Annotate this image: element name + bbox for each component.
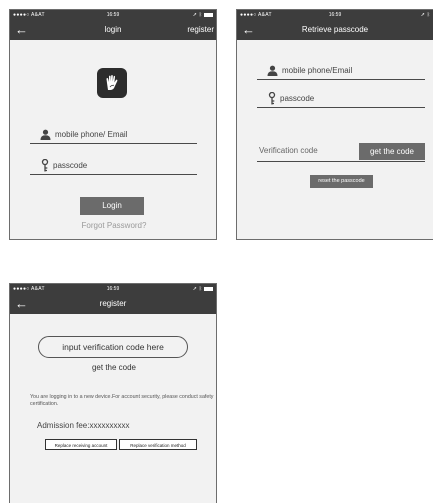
location-arrow-icon: ➚	[192, 12, 197, 18]
admission-fee-value: xxxxxxxxxx	[89, 421, 130, 430]
status-bar: ●●●●○ A&AT 16:59 ➚ ᛒ	[10, 10, 216, 20]
phone-email-placeholder: mobile phone/ Email	[55, 129, 128, 139]
phone-email-field[interactable]: mobile phone/Email	[257, 61, 425, 80]
location-arrow-icon: ➚	[420, 12, 425, 18]
forgot-password-link[interactable]: Forgot Password?	[50, 221, 178, 230]
key-icon	[268, 91, 276, 104]
bluetooth-icon: ᛒ	[426, 12, 430, 18]
passcode-placeholder: passcode	[280, 93, 315, 103]
admission-fee-label: Admission fee:	[37, 421, 90, 430]
location-arrow-icon: ➚	[192, 286, 197, 292]
passcode-field[interactable]: passcode	[30, 156, 197, 175]
register-link[interactable]: register	[187, 20, 214, 40]
get-code-button[interactable]: get the code	[359, 143, 425, 160]
person-icon	[40, 129, 51, 140]
nav-bar: ← register	[10, 294, 216, 314]
page-title: login	[104, 25, 122, 34]
key-icon	[41, 158, 49, 171]
app-logo	[97, 68, 127, 98]
get-code-link[interactable]: get the code	[50, 363, 178, 372]
verification-code-input[interactable]: input verification code here	[38, 336, 188, 358]
status-right-icons: ➚ ᛒ	[193, 284, 213, 294]
status-right-icons: ➚ ᛒ	[421, 10, 430, 20]
replace-method-button[interactable]: Replace verification method	[119, 439, 197, 450]
nav-bar: ← login register	[10, 20, 216, 40]
status-time: 16:59	[106, 286, 120, 292]
page-title: Retrieve passcode	[301, 25, 369, 34]
phone-email-placeholder: mobile phone/Email	[282, 65, 353, 75]
verification-code-placeholder: Verification code	[259, 146, 318, 155]
status-right-icons: ➚ ᛒ	[193, 10, 213, 20]
battery-icon	[204, 13, 213, 17]
reset-passcode-button[interactable]: reset the passcode	[310, 175, 373, 188]
status-bar: ●●●●○ A&AT 16:59 ➚ ᛒ	[237, 10, 433, 20]
person-icon	[267, 65, 278, 76]
status-bar: ●●●●○ A&AT 16:59 ➚ ᛒ	[10, 284, 216, 294]
nav-bar: ← Retrieve passcode	[237, 20, 433, 40]
status-time: 16:59	[328, 12, 342, 18]
passcode-field[interactable]: passcode	[257, 89, 425, 108]
retrieve-passcode-screen: ●●●●○ A&AT 16:59 ➚ ᛒ ← Retrieve passcode…	[236, 9, 433, 240]
page-title: register	[99, 299, 127, 308]
status-time: 16:59	[106, 12, 120, 18]
bluetooth-icon: ᛒ	[198, 12, 202, 18]
battery-icon	[204, 287, 213, 291]
hand-icon	[106, 75, 118, 90]
replace-account-button[interactable]: Replace receiving account	[45, 439, 117, 450]
security-notice: You are logging in to a new device.For a…	[30, 394, 214, 407]
admission-fee: Admission fee:xxxxxxxxxx	[37, 421, 129, 430]
register-screen: ●●●●○ A&AT 16:59 ➚ ᛒ ← register input ve…	[9, 283, 217, 503]
verification-code-field[interactable]: Verification code get the code	[257, 143, 425, 162]
bluetooth-icon: ᛒ	[198, 286, 202, 292]
login-button[interactable]: Login	[80, 197, 144, 215]
login-screen: ●●●●○ A&AT 16:59 ➚ ᛒ ← login register mo…	[9, 9, 217, 240]
passcode-placeholder: passcode	[53, 160, 88, 170]
phone-email-field[interactable]: mobile phone/ Email	[30, 125, 197, 144]
